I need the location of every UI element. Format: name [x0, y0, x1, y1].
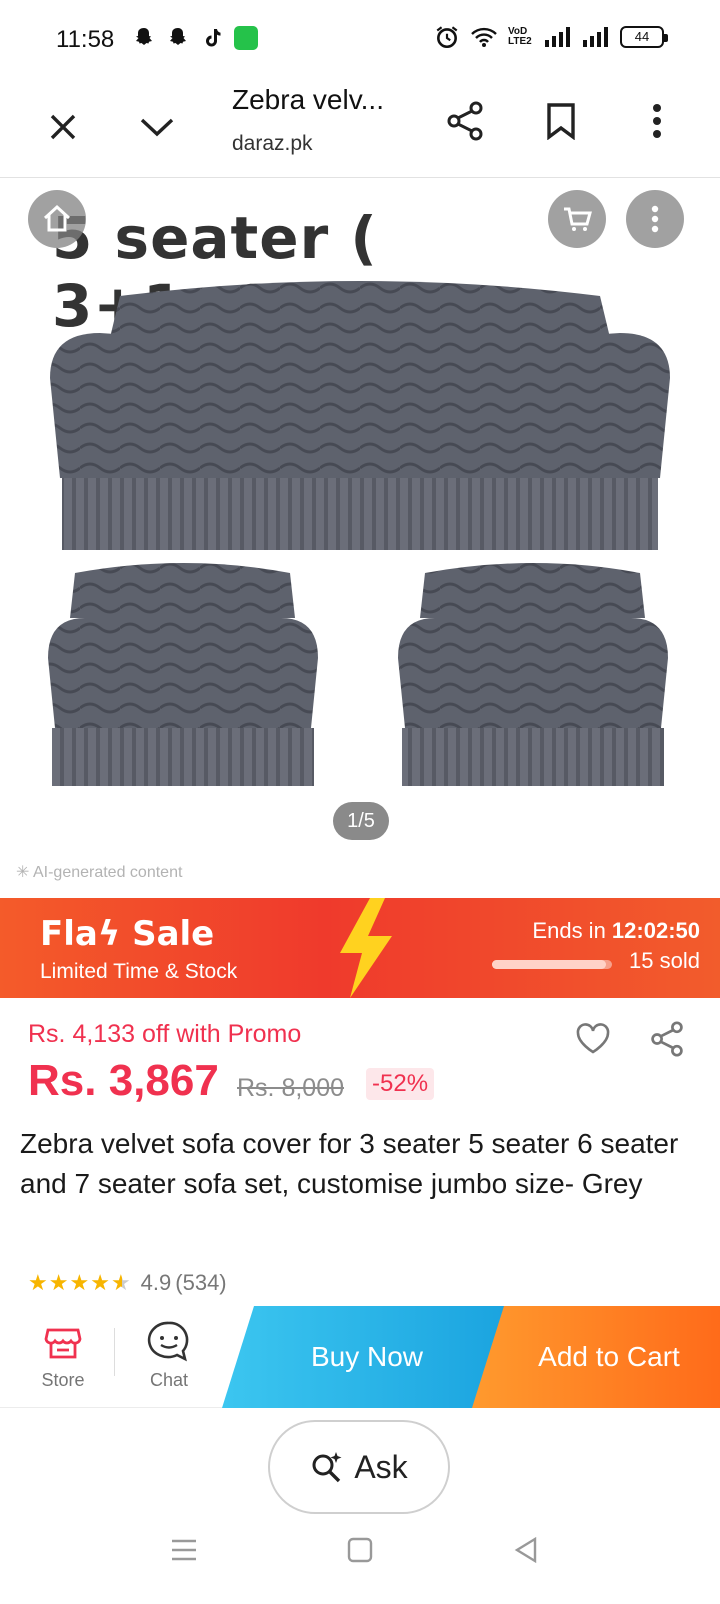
alarm-icon	[436, 26, 458, 49]
wifi-icon	[471, 27, 497, 47]
star-icon: ★	[69, 1270, 90, 1295]
bottom-action-bar: Store Chat Buy Now Add to Cart	[0, 1306, 720, 1408]
chat-button[interactable]: Chat	[128, 1306, 210, 1408]
star-icon: ★	[28, 1270, 48, 1295]
notification-icons	[132, 26, 258, 50]
buy-now-button[interactable]: Buy Now	[222, 1306, 512, 1408]
store-button[interactable]: Store	[22, 1306, 104, 1408]
network-label: VoD LTE2	[508, 26, 532, 47]
current-price: Rs. 3,867	[28, 1056, 219, 1105]
snapchat-icon	[170, 28, 186, 45]
wishlist-heart-icon[interactable]	[572, 1018, 614, 1060]
chat-icon	[147, 1321, 189, 1362]
flash-sale-title: Flaϟ Sale	[40, 914, 215, 954]
store-label: Store	[41, 1370, 85, 1390]
ends-label: Ends in	[532, 918, 612, 943]
discount-badge: -52%	[366, 1068, 435, 1100]
cart-icon[interactable]	[548, 190, 606, 248]
rating-stars: ★ ★ ★ ★ ★	[28, 1270, 131, 1296]
system-icons: VoD LTE2 44	[434, 24, 668, 50]
product-rating[interactable]: ★ ★ ★ ★ ★ 4.9 (534)	[28, 1270, 227, 1296]
sold-progress-fill	[492, 960, 606, 969]
close-icon[interactable]	[40, 104, 86, 150]
sold-count: 15 sold	[629, 948, 700, 973]
bookmark-icon[interactable]	[538, 98, 584, 144]
signal-icon	[583, 27, 608, 47]
browser-url[interactable]: daraz.pk	[232, 132, 313, 156]
divider	[114, 1328, 115, 1376]
product-image[interactable]	[0, 178, 720, 838]
share-icon[interactable]	[442, 98, 488, 144]
flash-sale-countdown: Ends in 12:02:50	[532, 918, 700, 944]
tiktok-icon	[206, 29, 221, 47]
browser-toolbar: Zebra velv... daraz.pk	[0, 84, 720, 178]
ask-button[interactable]: Ask	[268, 1420, 450, 1514]
ends-time: 12:02:50	[611, 918, 700, 943]
battery-icon: 44	[620, 26, 668, 48]
flash-sale-banner[interactable]: Flaϟ Sale Limited Time & Stock Ends in 1…	[0, 898, 720, 998]
lightning-icon	[340, 898, 392, 998]
product-image-gallery[interactable]: 5 seater ( 3+1+1=5)	[0, 178, 720, 890]
system-nav-bar	[0, 1520, 720, 1604]
ai-note-text: AI-generated content	[32, 864, 183, 881]
signal-icon	[545, 27, 570, 47]
add-to-cart-button[interactable]: Add to Cart	[472, 1306, 720, 1408]
sold-progress-bar	[492, 960, 612, 969]
status-time: 11:58	[56, 26, 115, 53]
more-vert-icon[interactable]	[634, 98, 680, 144]
menu-icon[interactable]	[164, 1530, 204, 1570]
promo-text[interactable]: Rs. 4,133 off with Promo	[28, 1020, 301, 1049]
back-nav-icon[interactable]	[506, 1530, 546, 1570]
snapchat-icon	[136, 28, 152, 45]
chevron-down-icon[interactable]	[134, 104, 180, 150]
rating-value: 4.9	[140, 1270, 172, 1295]
app-icon	[234, 26, 258, 50]
product-title: Zebra velvet sofa cover for 3 seater 5 s…	[20, 1128, 679, 1199]
ai-search-icon	[312, 1452, 342, 1483]
chat-label: Chat	[149, 1370, 189, 1390]
star-icon: ★	[90, 1270, 110, 1295]
browser-page-title[interactable]: Zebra velv...	[232, 84, 384, 116]
original-price: Rs. 8,000	[237, 1074, 345, 1102]
more-options-icon[interactable]	[626, 190, 684, 248]
review-count: (534)	[175, 1270, 227, 1295]
store-icon	[44, 1328, 82, 1359]
status-bar: 11:58 VoD LTE2 44	[0, 0, 720, 84]
flash-sale-subtitle: Limited Time & Stock	[40, 960, 238, 983]
home-nav-icon[interactable]	[340, 1530, 380, 1570]
ask-label: Ask	[354, 1448, 408, 1485]
star-icon: ★	[48, 1270, 69, 1295]
ai-generated-note: ✳ AI-generated content	[16, 864, 183, 881]
half-star-icon: ★	[110, 1270, 131, 1295]
image-counter: 1/5	[333, 802, 389, 840]
share-product-icon[interactable]	[646, 1018, 688, 1060]
home-icon[interactable]	[28, 190, 86, 248]
